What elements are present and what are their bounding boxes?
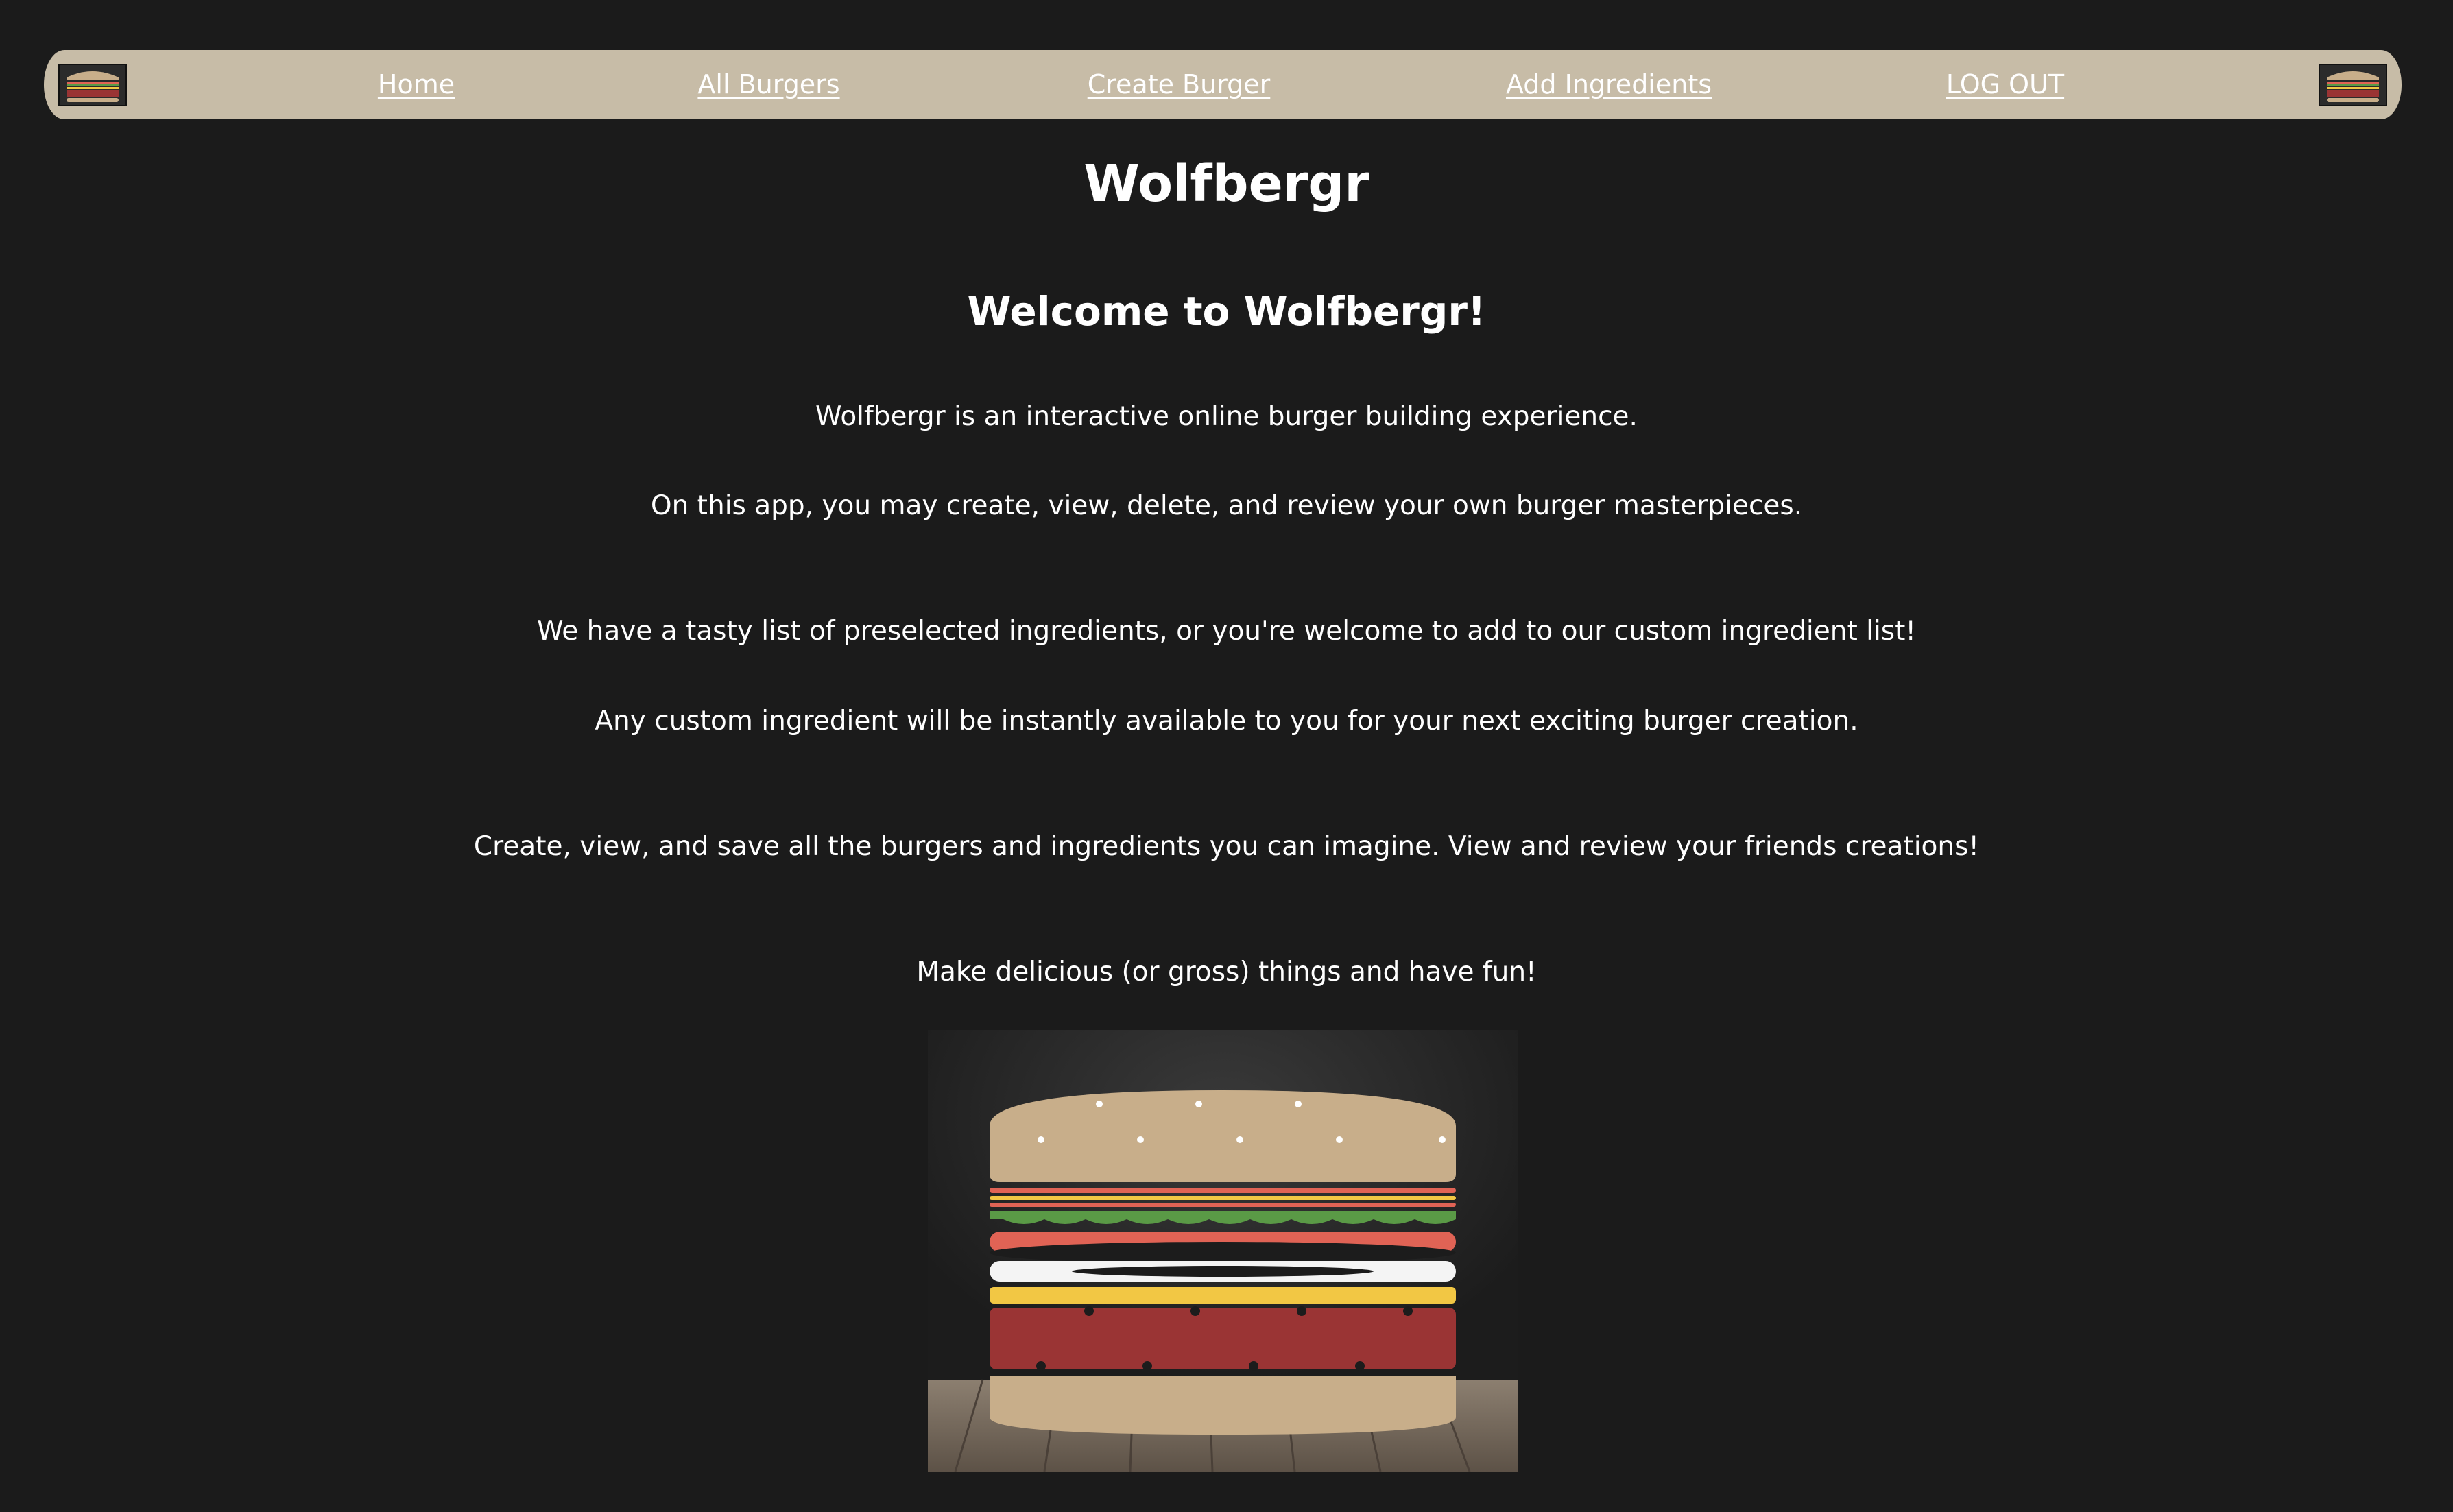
page-title: Wolfbergr: [1084, 154, 1369, 213]
intro-paragraph: We have a tasty list of preselected ingr…: [536, 616, 1917, 647]
welcome-heading: Welcome to Wolfbergr!: [967, 288, 1486, 335]
intro-paragraph: On this app, you may create, view, delet…: [650, 490, 1803, 521]
intro-paragraph: Make delicious (or gross) things and hav…: [916, 957, 1537, 987]
top-navbar: Home All Burgers Create Burger Add Ingre…: [44, 50, 2402, 119]
nav-link-all-burgers[interactable]: All Burgers: [697, 50, 839, 119]
intro-paragraph: Wolfbergr is an interactive online burge…: [815, 401, 1638, 432]
intro-paragraph: Any custom ingredient will be instantly …: [595, 706, 1858, 736]
burger-illustration: [928, 1030, 1518, 1472]
burger-logo-icon[interactable]: [2319, 64, 2387, 106]
nav-link-home[interactable]: Home: [378, 50, 455, 119]
nav-link-log-out[interactable]: LOG OUT: [1946, 50, 2064, 119]
nav-link-add-ingredients[interactable]: Add Ingredients: [1506, 50, 1712, 119]
nav-link-create-burger[interactable]: Create Burger: [1088, 50, 1271, 119]
intro-paragraph: Create, view, and save all the burgers a…: [473, 831, 1980, 862]
burger-logo-icon[interactable]: [58, 64, 127, 106]
